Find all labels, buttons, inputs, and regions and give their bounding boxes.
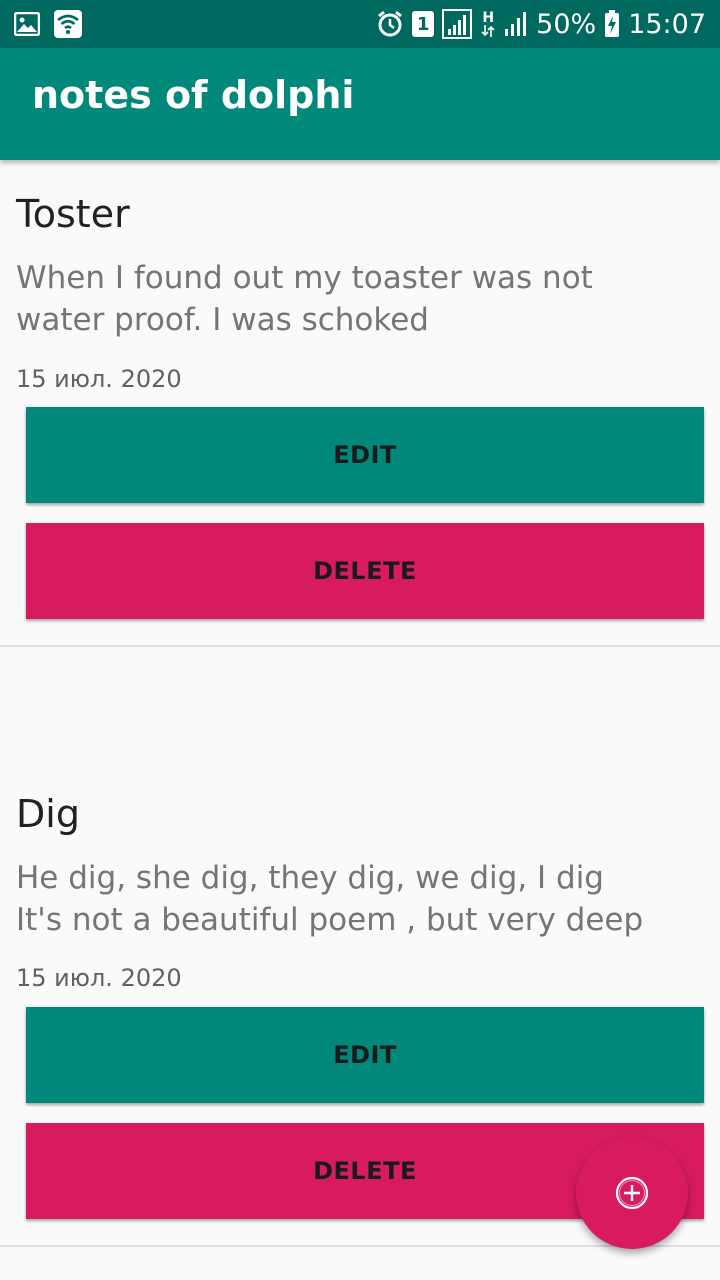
- edit-button[interactable]: EDIT: [26, 1007, 704, 1103]
- edit-button[interactable]: EDIT: [26, 407, 704, 503]
- note-card: Toster When I found out my toaster was n…: [0, 160, 720, 648]
- note-date: 15 июл. 2020: [16, 365, 182, 393]
- note-date: 15 июл. 2020: [16, 964, 182, 992]
- add-circle-icon: [614, 1175, 650, 1211]
- signal-icon-2: [504, 11, 528, 37]
- sim-icon: 1: [412, 11, 435, 37]
- clock: 15:07: [628, 8, 706, 40]
- note-body: When I found out my toaster was not wate…: [16, 260, 593, 338]
- app-bar: notes of dolphi: [0, 48, 720, 160]
- battery-charging-icon: [604, 10, 620, 38]
- note-body: He dig, she dig, they dig, we dig, I dig…: [16, 860, 644, 938]
- alarm-icon: [376, 10, 404, 38]
- status-bar: 1 H 50% 15:07: [0, 0, 720, 48]
- app-title: notes of dolphi: [32, 73, 355, 117]
- battery-percent: 50%: [536, 8, 597, 40]
- image-icon: [14, 12, 40, 36]
- note-title: Dig: [16, 792, 80, 836]
- delete-button[interactable]: DELETE: [26, 523, 704, 619]
- mobile-data-icon: H: [480, 11, 496, 37]
- signal-icon: [442, 9, 473, 39]
- note-title: Toster: [16, 192, 130, 236]
- add-note-button[interactable]: [576, 1137, 688, 1249]
- wifi-icon: [54, 10, 82, 38]
- network-type-label: H: [482, 10, 495, 26]
- divider: [0, 645, 720, 647]
